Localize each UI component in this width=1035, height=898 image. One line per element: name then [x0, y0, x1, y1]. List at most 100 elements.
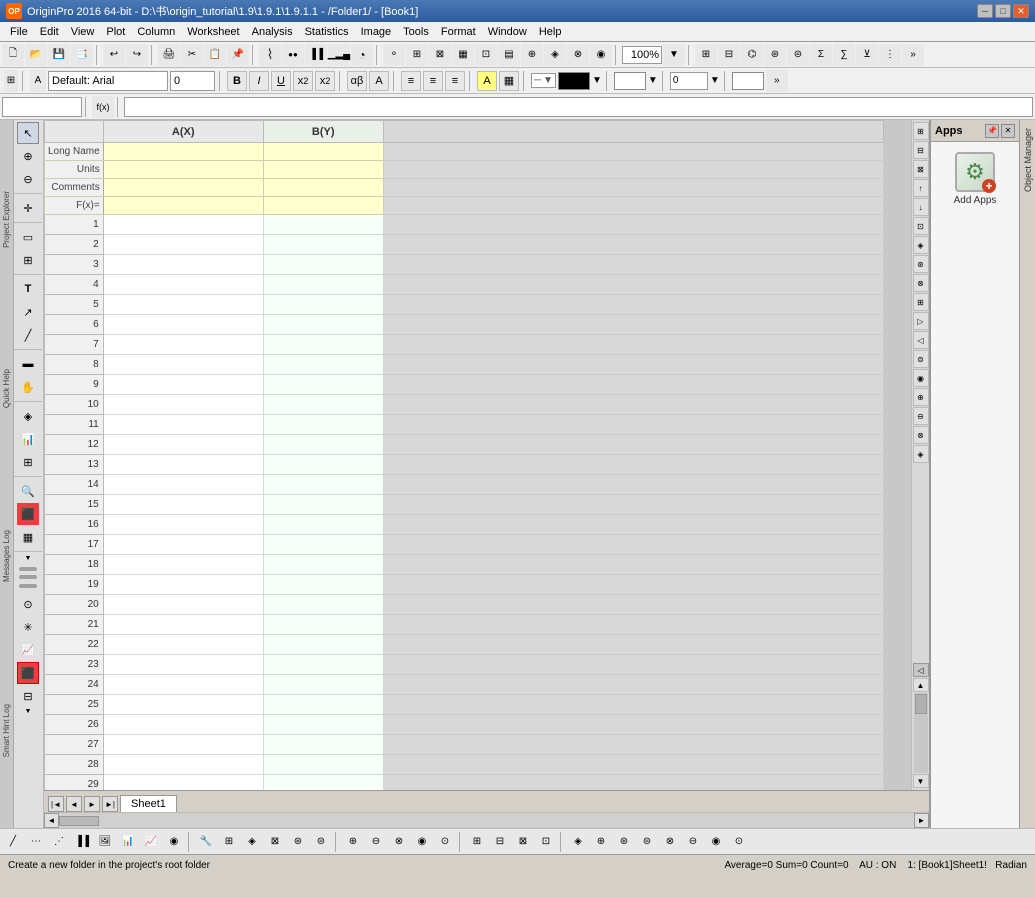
col-header-a[interactable]: A(X) — [103, 121, 263, 143]
cell-b5[interactable] — [263, 295, 383, 315]
formula-a[interactable] — [103, 197, 263, 215]
sheet-nav-last[interactable]: ►| — [102, 796, 118, 812]
cell-b8[interactable] — [263, 355, 383, 375]
misc-btn-6[interactable]: Σ — [810, 44, 832, 66]
vscroll-track[interactable] — [914, 693, 928, 773]
color-btn-left[interactable]: ⬛ — [17, 503, 39, 525]
number-format-input[interactable] — [670, 72, 708, 90]
cell-a25[interactable] — [103, 695, 263, 715]
table-sm-btn[interactable]: ⊟ — [17, 685, 39, 707]
align-center-btn[interactable]: ≡ — [423, 71, 443, 91]
plot-bar-btn[interactable]: ▐▐ — [305, 44, 327, 66]
cut-btn[interactable]: ✂ — [181, 44, 203, 66]
cell-b1[interactable] — [263, 215, 383, 235]
expand-left-btn2[interactable]: ▼ — [17, 708, 39, 714]
bt-btn-6[interactable]: 📊 — [117, 831, 139, 853]
new-project-btn[interactable]: 🗋 — [2, 44, 24, 66]
bt-btn-31[interactable]: ⊙ — [728, 831, 750, 853]
rp-expand[interactable]: ◁ — [913, 663, 929, 677]
rp-btn-12[interactable]: ◁ — [913, 331, 929, 349]
cell-b10[interactable] — [263, 395, 383, 415]
cell-b27[interactable] — [263, 735, 383, 755]
misc-btn-3[interactable]: ⌬ — [741, 44, 763, 66]
rp-btn-7[interactable]: ◈ — [913, 236, 929, 254]
tb-btn-i[interactable]: ⊗ — [567, 44, 589, 66]
bt-btn-25[interactable]: ⊕ — [590, 831, 612, 853]
menu-analysis[interactable]: Analysis — [246, 24, 299, 40]
hand-tool[interactable]: ✋ — [17, 376, 39, 398]
restore-button[interactable]: □ — [995, 4, 1011, 18]
col-header-b[interactable]: B(Y) — [263, 121, 383, 143]
cell-b23[interactable] — [263, 655, 383, 675]
cell-a12[interactable] — [103, 435, 263, 455]
rp-scroll-up[interactable]: ▲ — [913, 678, 929, 692]
zoom-out-tool[interactable]: ⊖ — [17, 168, 39, 190]
tb-btn-j[interactable]: ◉ — [590, 44, 612, 66]
plot-col-btn[interactable]: ▁▂▄ — [328, 44, 350, 66]
misc-btn-7[interactable]: ∑ — [833, 44, 855, 66]
misc-btn-8[interactable]: ⊻ — [856, 44, 878, 66]
misc-btn-5[interactable]: ⊜ — [787, 44, 809, 66]
cell-a9[interactable] — [103, 375, 263, 395]
cell-b25[interactable] — [263, 695, 383, 715]
bt-btn-17[interactable]: ⊗ — [388, 831, 410, 853]
rp-btn-1[interactable]: ⊞ — [913, 122, 929, 140]
cell-a2[interactable] — [103, 235, 263, 255]
rp-btn-5[interactable]: ↓ — [913, 198, 929, 216]
copy-btn[interactable]: 📋 — [204, 44, 226, 66]
font-name-input[interactable] — [48, 71, 168, 91]
align-left-btn[interactable]: ≡ — [401, 71, 421, 91]
bt-btn-8[interactable]: ◉ — [163, 831, 185, 853]
cell-a14[interactable] — [103, 475, 263, 495]
fill-color-btn[interactable]: A — [477, 71, 497, 91]
apps-pin-btn[interactable]: 📌 — [985, 124, 999, 138]
draw-ellipse-tool[interactable]: ⊞ — [17, 249, 39, 271]
sheet-nav-prev[interactable]: ◄ — [66, 796, 82, 812]
cell-a11[interactable] — [103, 415, 263, 435]
cell-a3[interactable] — [103, 255, 263, 275]
save-project-btn[interactable]: 📑 — [71, 44, 93, 66]
comments-a[interactable] — [103, 179, 263, 197]
rp-btn-13[interactable]: ⊜ — [913, 350, 929, 368]
cell-b16[interactable] — [263, 515, 383, 535]
bt-btn-19[interactable]: ⊙ — [434, 831, 456, 853]
star-btn[interactable]: ✳ — [17, 616, 39, 638]
hscroll-thumb[interactable] — [59, 816, 99, 826]
subscript-btn[interactable]: x2 — [293, 71, 313, 91]
cell-b15[interactable] — [263, 495, 383, 515]
cell-b22[interactable] — [263, 635, 383, 655]
cell-b2[interactable] — [263, 235, 383, 255]
formula-btn[interactable]: f(x) — [92, 96, 114, 118]
cell-a16[interactable] — [103, 515, 263, 535]
color-swatch[interactable] — [732, 72, 764, 90]
bt-btn-24[interactable]: ◈ — [567, 831, 589, 853]
rp-btn-18[interactable]: ◈ — [913, 445, 929, 463]
graph-btn[interactable]: 📊 — [17, 428, 39, 450]
bold-btn[interactable]: B — [227, 71, 247, 91]
comments-b[interactable] — [263, 179, 383, 197]
cell-b26[interactable] — [263, 715, 383, 735]
expand-left-btn[interactable]: ▼ — [17, 555, 39, 561]
rp-btn-10[interactable]: ⊞ — [913, 293, 929, 311]
rp-btn-11[interactable]: ▷ — [913, 312, 929, 330]
cell-a22[interactable] — [103, 635, 263, 655]
menu-help[interactable]: Help — [533, 24, 568, 40]
units-b[interactable] — [263, 161, 383, 179]
cell-b7[interactable] — [263, 335, 383, 355]
bt-btn-11[interactable]: ◈ — [241, 831, 263, 853]
plot-line-btn[interactable]: ⌇ — [259, 44, 281, 66]
chart-sm-btn[interactable]: 📈 — [17, 639, 39, 661]
border-color-btn[interactable]: ▦ — [499, 71, 519, 91]
tb-btn-g[interactable]: ⊕ — [521, 44, 543, 66]
cell-b20[interactable] — [263, 595, 383, 615]
bt-btn-7[interactable]: 📈 — [140, 831, 162, 853]
style-icon[interactable]: A — [30, 70, 46, 92]
open-btn[interactable]: 📂 — [25, 44, 47, 66]
quick-help-label[interactable]: Quick Help — [2, 367, 11, 410]
spreadsheet-wrapper[interactable]: A(X) B(Y) Long Name — [44, 120, 911, 790]
misc-btn-9[interactable]: ⋮ — [879, 44, 901, 66]
zoom-dropdown-btn[interactable]: ▼ — [663, 44, 685, 66]
menu-image[interactable]: Image — [355, 24, 398, 40]
layer-btn[interactable]: ▦ — [17, 526, 39, 548]
cell-a1[interactable] — [103, 215, 263, 235]
